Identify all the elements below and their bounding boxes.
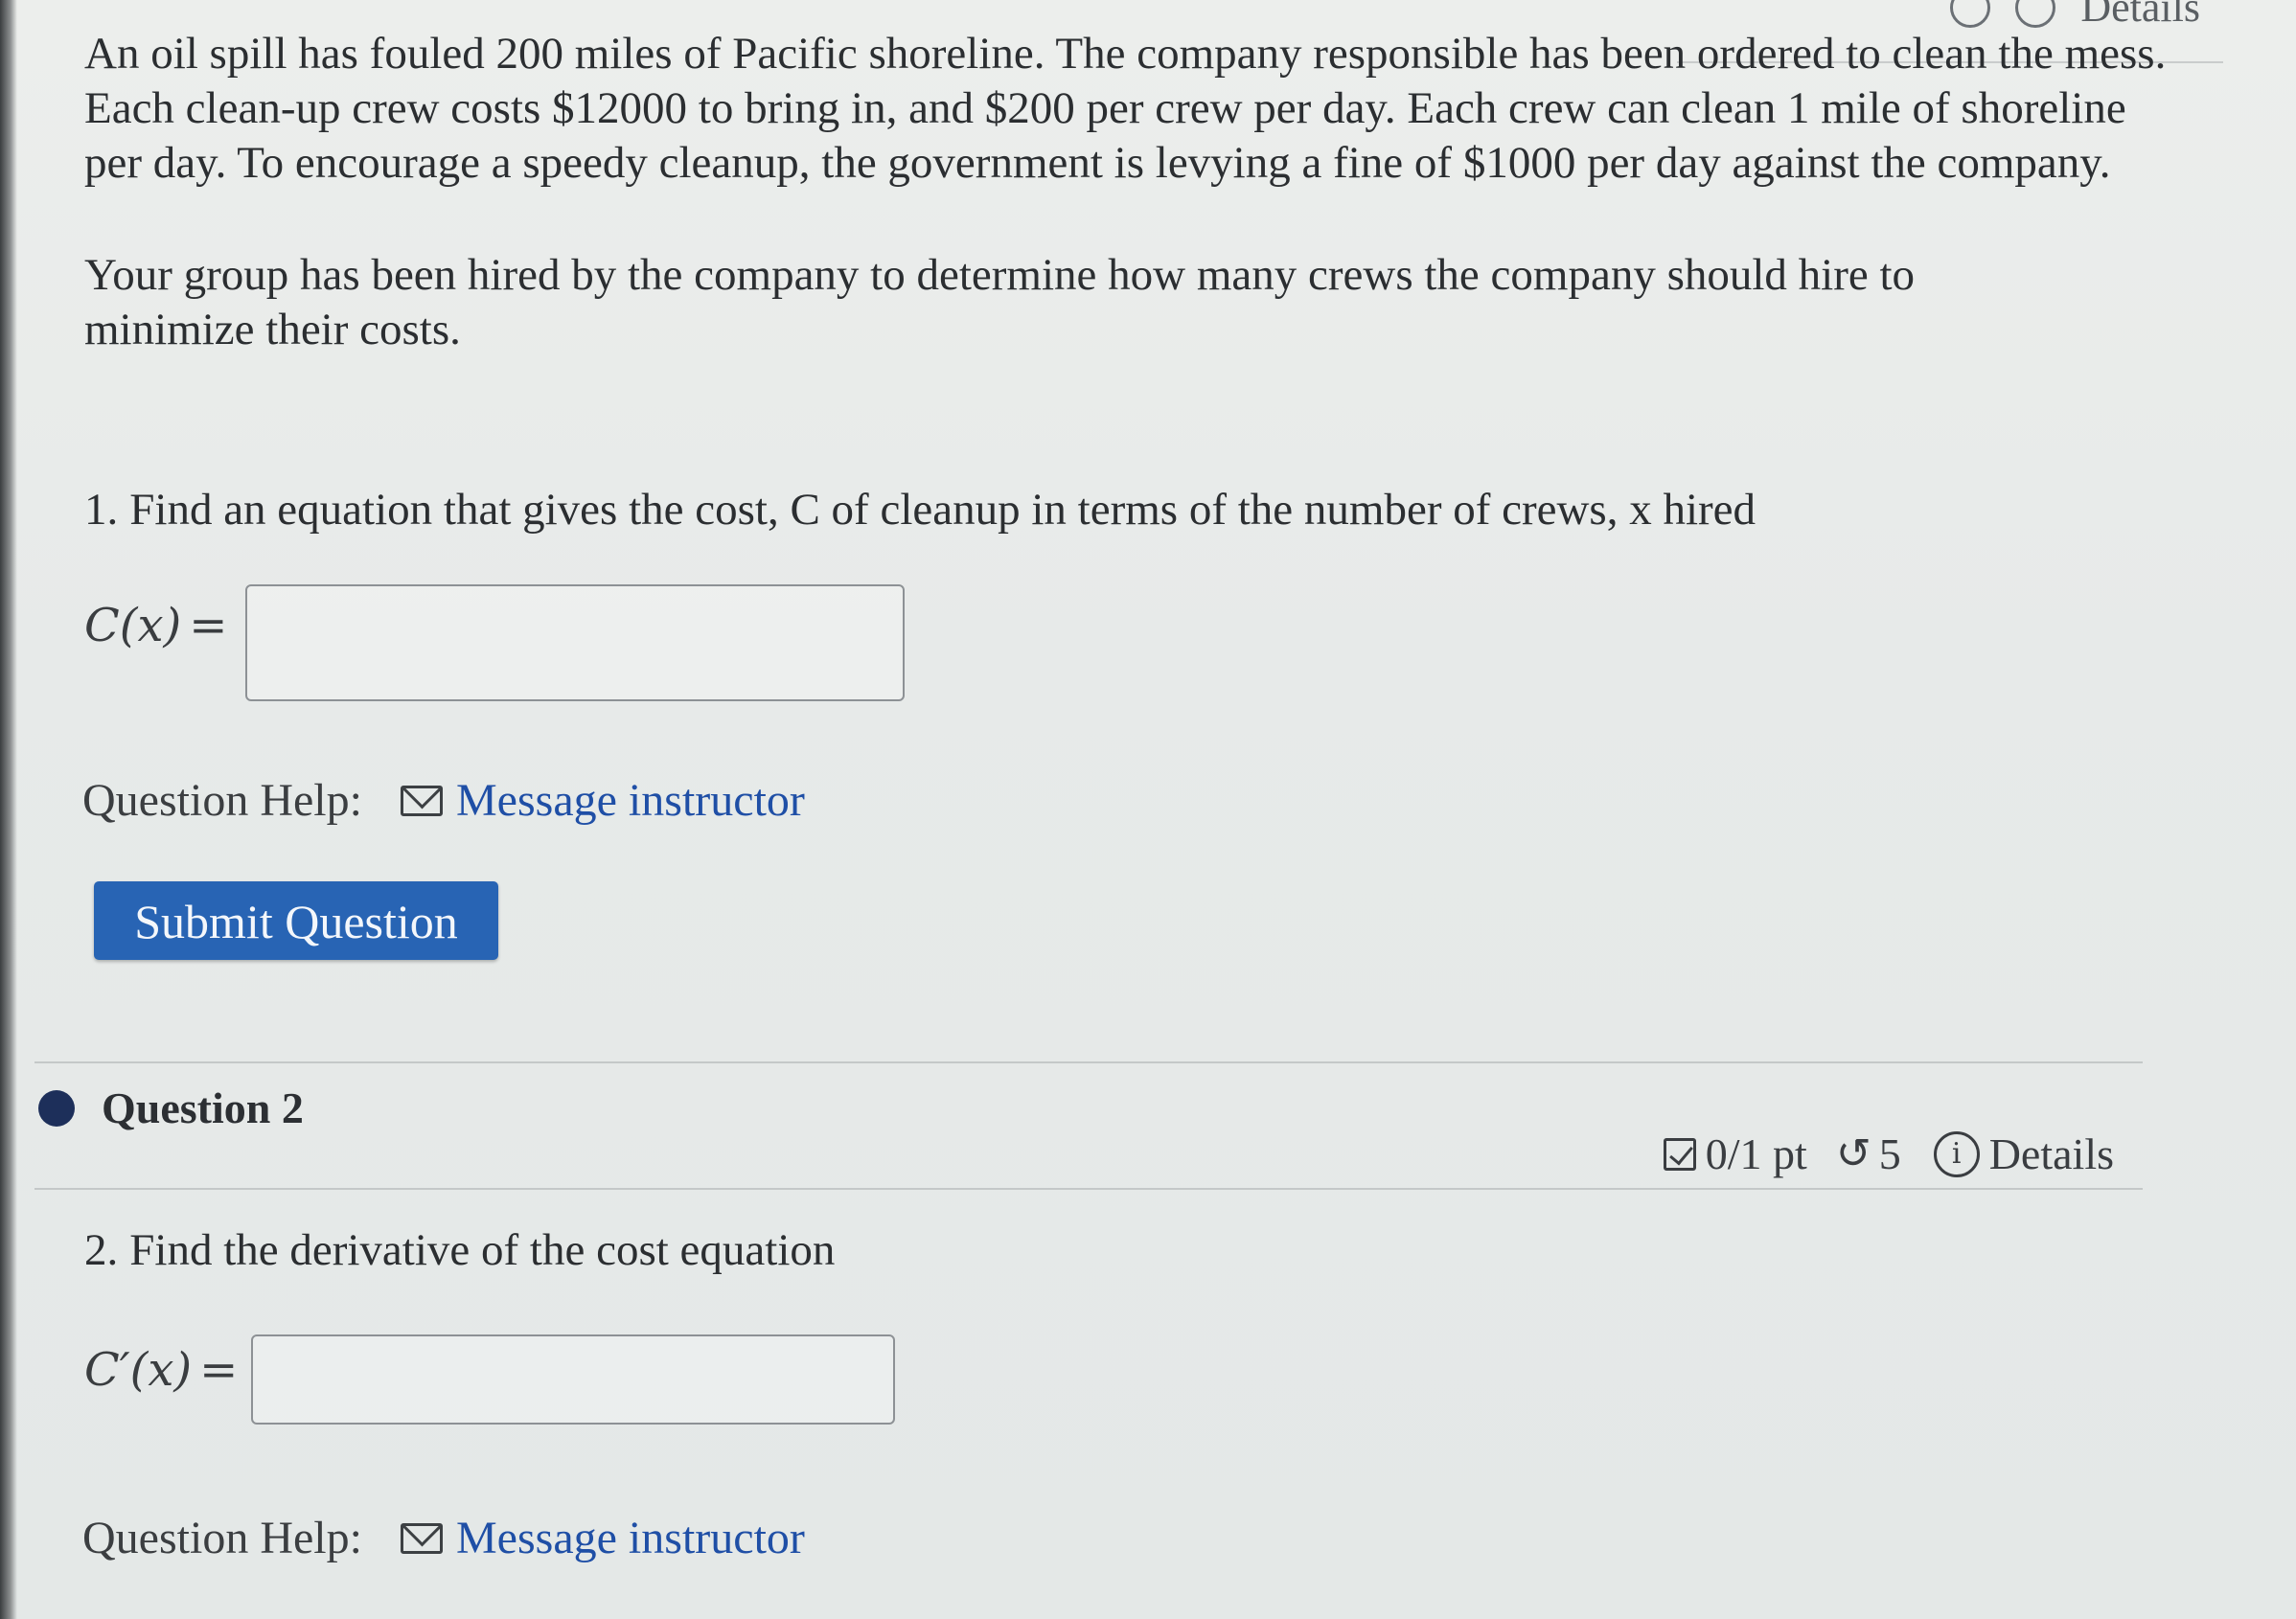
score-text: 0/1 pt — [1705, 1129, 1807, 1178]
problem-paragraph-2: Your group has been hired by the company… — [84, 250, 1916, 354]
prompt-text: Find an equation that gives the cost, C … — [129, 485, 1756, 535]
mail-icon — [400, 1522, 443, 1554]
prompt-number: 1. — [84, 485, 119, 535]
question2-header-divider — [34, 1188, 2143, 1190]
retry-icon — [1950, 0, 1991, 28]
checkbox-icon — [1663, 1137, 1696, 1171]
prompt-text: Find the derivative of the cost equation — [129, 1225, 836, 1275]
submit-question-button[interactable]: Submit Question — [94, 881, 498, 960]
retry-icon: ↺ — [1835, 1129, 1871, 1178]
help-label: Question Help: — [82, 1513, 362, 1563]
help-label: Question Help: — [82, 775, 362, 826]
info-icon[interactable] — [2015, 0, 2056, 28]
retry-count: 5 — [1878, 1129, 1901, 1178]
question2-meta: 0/1 pt ↺ 5 i Details — [1663, 1129, 2114, 1179]
message-instructor-link[interactable]: Message instructor — [456, 774, 805, 827]
question2-prompt: 2. Find the derivative of the cost equati… — [84, 1224, 835, 1276]
question2-title: Question 2 — [102, 1083, 304, 1132]
question2-header: Question 2 — [38, 1083, 304, 1133]
info-icon[interactable]: i — [1933, 1130, 1980, 1177]
screen-edge — [0, 0, 17, 1619]
derivative-input[interactable] — [251, 1334, 895, 1425]
equals-sign: = — [199, 1343, 239, 1397]
status-dot — [38, 1089, 75, 1127]
prompt-number: 2. — [84, 1225, 119, 1275]
equals-sign: = — [189, 599, 228, 652]
derivative-label: C′(x) — [84, 1343, 193, 1397]
problem-paragraph-1: An oil spill has fouled 200 miles of Pac… — [84, 29, 2167, 188]
question-divider — [34, 1061, 2143, 1063]
question1-help: Question Help: Message instructor — [82, 774, 805, 827]
question1-problem: An oil spill has fouled 200 miles of Pac… — [84, 27, 2193, 415]
cost-equation-input[interactable] — [245, 584, 905, 701]
question2-help: Question Help: Message instructor — [82, 1512, 805, 1564]
answer1-label: C(x) = — [84, 599, 227, 652]
cost-function-label: C(x) — [84, 599, 182, 652]
question1-prompt: 1. Find an equation that gives the cost, … — [84, 484, 1756, 536]
message-instructor-link[interactable]: Message instructor — [456, 1512, 805, 1564]
page: Details An oil spill has fouled 200 mile… — [0, 0, 2296, 1619]
mail-icon — [400, 785, 443, 816]
details-link[interactable]: Details — [1989, 1129, 2114, 1179]
answer2-label: C′(x) = — [84, 1343, 238, 1397]
